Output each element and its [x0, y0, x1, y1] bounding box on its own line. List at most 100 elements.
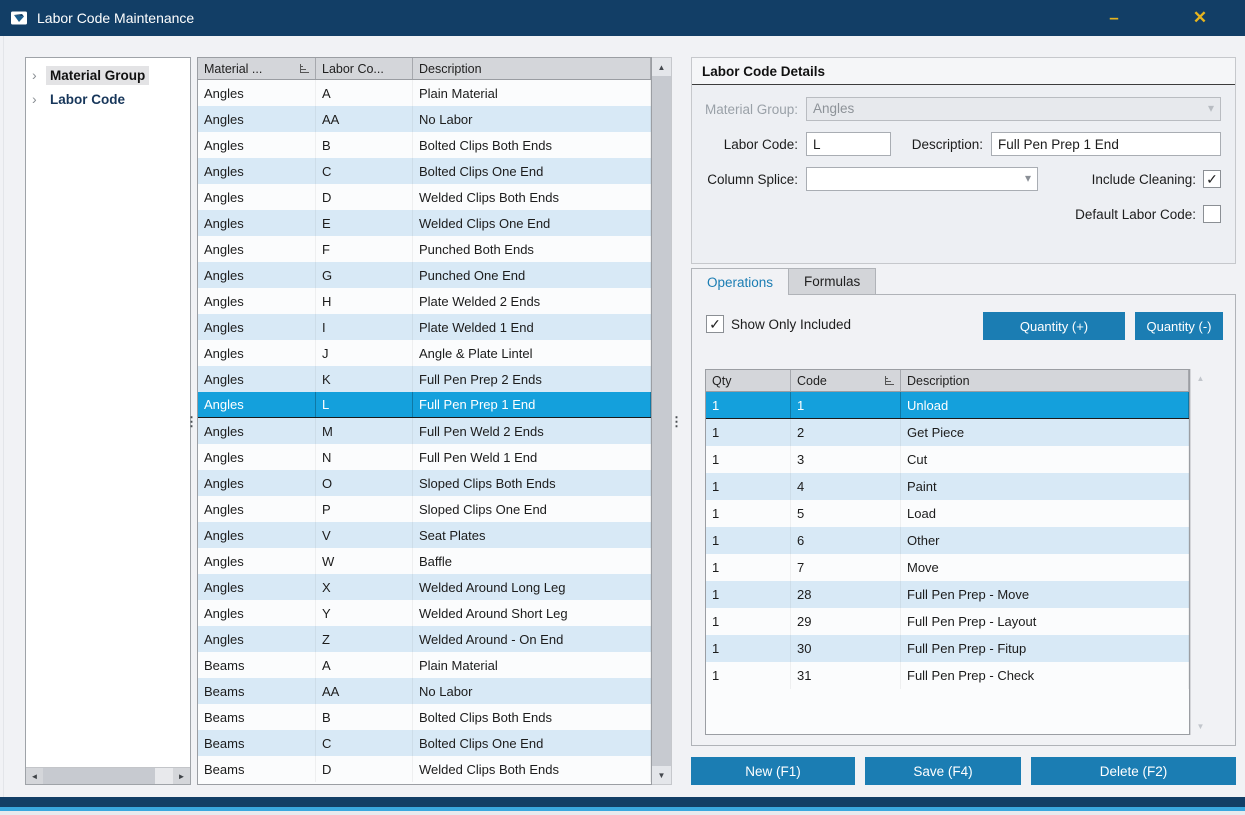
- column-header[interactable]: Material ...: [198, 58, 316, 79]
- chevron-right-icon[interactable]: ›: [32, 91, 46, 107]
- table-cell: 1: [706, 392, 791, 418]
- table-row[interactable]: 128Full Pen Prep - Move: [706, 581, 1189, 608]
- table-cell: Angle & Plate Lintel: [413, 340, 651, 366]
- tab-operations[interactable]: Operations: [691, 268, 789, 295]
- minimize-button[interactable]: –: [1097, 4, 1131, 32]
- table-cell: Beams: [198, 704, 316, 730]
- scrollbar-thumb[interactable]: [652, 76, 671, 766]
- table-row[interactable]: 17Move: [706, 554, 1189, 581]
- table-cell: Full Pen Prep 2 Ends: [413, 366, 651, 392]
- column-header-label: Labor Co...: [322, 62, 384, 76]
- table-row[interactable]: AnglesWBaffle: [198, 548, 651, 574]
- table-row[interactable]: AnglesBBolted Clips Both Ends: [198, 132, 651, 158]
- table-cell: Angles: [198, 210, 316, 236]
- table-row[interactable]: AnglesEWelded Clips One End: [198, 210, 651, 236]
- table-cell: C: [316, 158, 413, 184]
- scroll-down-arrow-icon[interactable]: ▼: [1191, 717, 1210, 735]
- table-cell: Sloped Clips One End: [413, 496, 651, 522]
- splitter-right[interactable]: ⋮: [672, 57, 681, 785]
- show-only-included-checkbox[interactable]: ✓: [706, 315, 724, 333]
- table-row[interactable]: AnglesAPlain Material: [198, 80, 651, 106]
- scroll-left-arrow-icon[interactable]: ◄: [26, 768, 43, 784]
- column-header[interactable]: Qty: [706, 370, 791, 391]
- table-row[interactable]: BeamsBBolted Clips Both Ends: [198, 704, 651, 730]
- tree-item-material-group[interactable]: › Material Group: [26, 63, 190, 87]
- scroll-up-arrow-icon[interactable]: ▲: [652, 58, 671, 76]
- scroll-down-arrow-icon[interactable]: ▼: [652, 766, 671, 784]
- table-row[interactable]: 129Full Pen Prep - Layout: [706, 608, 1189, 635]
- labor-code-field[interactable]: [806, 132, 891, 156]
- table-row[interactable]: 14Paint: [706, 473, 1189, 500]
- table-row[interactable]: AnglesZWelded Around - On End: [198, 626, 651, 652]
- table-row[interactable]: AnglesCBolted Clips One End: [198, 158, 651, 184]
- table-cell: Welded Around Long Leg: [413, 574, 651, 600]
- table-cell: W: [316, 548, 413, 574]
- column-header[interactable]: Labor Co...: [316, 58, 413, 79]
- scrollbar-track[interactable]: [1191, 387, 1210, 717]
- delete-button[interactable]: Delete (F2): [1031, 757, 1236, 785]
- table-row[interactable]: AnglesHPlate Welded 2 Ends: [198, 288, 651, 314]
- description-field[interactable]: [991, 132, 1221, 156]
- column-splice-row: Column Splice: ▾ Include Cleaning: ✓: [698, 167, 1221, 191]
- table-row[interactable]: BeamsDWelded Clips Both Ends: [198, 756, 651, 782]
- table-row[interactable]: AnglesPSloped Clips One End: [198, 496, 651, 522]
- details-group-title: Labor Code Details: [692, 58, 1235, 85]
- table-row[interactable]: AnglesMFull Pen Weld 2 Ends: [198, 418, 651, 444]
- table-row[interactable]: 16Other: [706, 527, 1189, 554]
- table-row[interactable]: AnglesYWelded Around Short Leg: [198, 600, 651, 626]
- scroll-up-arrow-icon[interactable]: ▲: [1191, 369, 1210, 387]
- table-row[interactable]: AnglesFPunched Both Ends: [198, 236, 651, 262]
- splitter-left[interactable]: ⋮: [187, 57, 196, 785]
- table-row[interactable]: AnglesXWelded Around Long Leg: [198, 574, 651, 600]
- table-row[interactable]: AnglesLFull Pen Prep 1 End: [198, 392, 651, 418]
- tree-item-labor-code[interactable]: › Labor Code: [26, 87, 190, 111]
- quantity-minus-button[interactable]: Quantity (-): [1135, 312, 1223, 340]
- table-row[interactable]: AnglesJAngle & Plate Lintel: [198, 340, 651, 366]
- default-labor-code-checkbox[interactable]: [1203, 205, 1221, 223]
- table-row[interactable]: 15Load: [706, 500, 1189, 527]
- new-button[interactable]: New (F1): [691, 757, 855, 785]
- chevron-right-icon[interactable]: ›: [32, 67, 46, 83]
- table-cell: Welded Around Short Leg: [413, 600, 651, 626]
- labor-grid-vertical-scrollbar[interactable]: ▲ ▼: [652, 57, 672, 785]
- table-row[interactable]: AnglesOSloped Clips Both Ends: [198, 470, 651, 496]
- table-row[interactable]: BeamsAANo Labor: [198, 678, 651, 704]
- table-row[interactable]: AnglesAANo Labor: [198, 106, 651, 132]
- table-cell: H: [316, 288, 413, 314]
- table-row[interactable]: AnglesKFull Pen Prep 2 Ends: [198, 366, 651, 392]
- tab-formulas[interactable]: Formulas: [789, 268, 876, 295]
- table-cell: 2: [791, 419, 901, 446]
- table-cell: 1: [706, 608, 791, 635]
- save-button[interactable]: Save (F4): [865, 757, 1021, 785]
- column-header[interactable]: Description: [413, 58, 651, 79]
- table-cell: Angles: [198, 418, 316, 444]
- column-header-label: Material ...: [204, 62, 262, 76]
- quantity-plus-button[interactable]: Quantity (+): [983, 312, 1125, 340]
- table-cell: 30: [791, 635, 901, 662]
- table-row[interactable]: AnglesNFull Pen Weld 1 End: [198, 444, 651, 470]
- tree-horizontal-scrollbar[interactable]: ◄ ►: [26, 767, 190, 784]
- table-row[interactable]: 11Unload: [706, 392, 1189, 419]
- table-row[interactable]: AnglesVSeat Plates: [198, 522, 651, 548]
- table-row[interactable]: 130Full Pen Prep - Fitup: [706, 635, 1189, 662]
- table-row[interactable]: 131Full Pen Prep - Check: [706, 662, 1189, 689]
- table-row[interactable]: BeamsCBolted Clips One End: [198, 730, 651, 756]
- scrollbar-thumb[interactable]: [43, 768, 155, 784]
- column-header[interactable]: Code: [791, 370, 901, 391]
- table-row[interactable]: BeamsAPlain Material: [198, 652, 651, 678]
- include-cleaning-checkbox[interactable]: ✓: [1203, 170, 1221, 188]
- table-cell: V: [316, 522, 413, 548]
- table-row[interactable]: AnglesIPlate Welded 1 End: [198, 314, 651, 340]
- table-row[interactable]: AnglesGPunched One End: [198, 262, 651, 288]
- column-splice-combo[interactable]: ▾: [806, 167, 1038, 191]
- operations-grid-vertical-scrollbar[interactable]: ▲ ▼: [1190, 369, 1210, 735]
- table-row[interactable]: AnglesDWelded Clips Both Ends: [198, 184, 651, 210]
- column-header[interactable]: Description: [901, 370, 1189, 391]
- scrollbar-track[interactable]: [155, 768, 173, 784]
- close-button[interactable]: ✕: [1183, 4, 1217, 32]
- table-cell: Beams: [198, 730, 316, 756]
- sort-ascending-icon: [884, 375, 895, 386]
- table-cell: Beams: [198, 678, 316, 704]
- table-row[interactable]: 12Get Piece: [706, 419, 1189, 446]
- table-row[interactable]: 13Cut: [706, 446, 1189, 473]
